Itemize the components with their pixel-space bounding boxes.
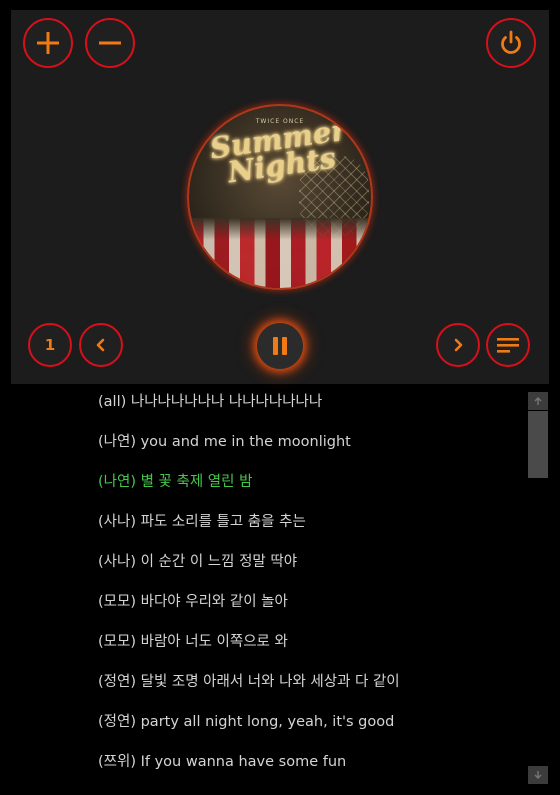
chevron-left-icon: [96, 338, 105, 352]
scroll-up-button[interactable]: [528, 392, 548, 410]
plus-icon: [37, 32, 59, 54]
lyrics-scrollbar[interactable]: [528, 392, 548, 784]
repeat-one-button[interactable]: 1: [28, 323, 72, 367]
next-button[interactable]: [436, 323, 480, 367]
scroll-down-button[interactable]: [528, 766, 548, 784]
lyrics-list: (all) 나나나나나나나 나나나나나나나 (나연) you and me in…: [98, 390, 518, 790]
power-button[interactable]: [486, 18, 536, 68]
lyric-line: (정연) party all night long, yeah, it's go…: [98, 714, 395, 730]
lyric-line: (모모) 바람아 너도 이쪽으로 와: [98, 634, 288, 650]
lyric-line: (모모) 바다야 우리와 같이 놀아: [98, 594, 288, 610]
lyric-line: (all) 나나나나나나나 나나나나나나나: [98, 394, 323, 410]
scroll-thumb[interactable]: [528, 411, 548, 478]
playlist-button[interactable]: [486, 323, 530, 367]
pause-button[interactable]: [257, 323, 303, 369]
previous-button[interactable]: [79, 323, 123, 367]
minus-icon: [99, 41, 121, 45]
repeat-one-label: 1: [44, 336, 56, 354]
chevron-right-icon: [454, 338, 463, 352]
lyric-line: (쯔위) If you wanna have some fun: [98, 754, 347, 770]
menu-icon: [497, 338, 519, 353]
lyric-line: (나연) you and me in the moonlight: [98, 434, 351, 450]
power-icon: [501, 30, 521, 54]
pause-icon: [273, 337, 287, 355]
remove-button[interactable]: [85, 18, 135, 68]
album-cover: TWICE ONCE Summer Nights: [187, 104, 373, 290]
arrow-down-icon: [534, 771, 542, 779]
lyric-line: (사나) 이 순간 이 느낌 정말 딱야: [98, 554, 298, 570]
lyric-line: (사나) 파도 소리를 틀고 춤을 추는: [98, 514, 306, 530]
player-panel: TWICE ONCE Summer Nights 1: [11, 10, 549, 384]
add-button[interactable]: [23, 18, 73, 68]
lyric-line-current: (나연) 별 꽃 축제 열린 밤: [98, 474, 253, 490]
album-art-group-photo: [189, 218, 371, 288]
lyric-line: (정연) 달빛 조명 아래서 너와 나와 세상과 다 같이: [98, 674, 400, 690]
arrow-up-icon: [534, 397, 542, 405]
